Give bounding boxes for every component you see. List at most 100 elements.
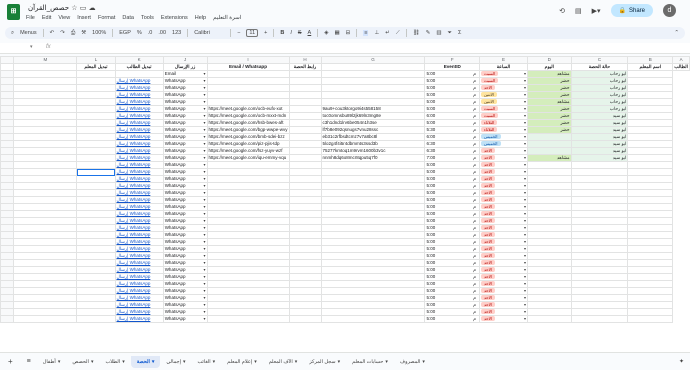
send-whatsapp-link[interactable]: إرسال WhatsApp — [117, 191, 151, 196]
chevron-down-icon[interactable]: ▾ — [91, 356, 94, 368]
cell-m[interactable] — [13, 112, 78, 120]
explore-icon[interactable]: ✦ — [673, 358, 690, 365]
send-whatsapp-link[interactable]: إرسال WhatsApp — [117, 177, 151, 182]
row-number[interactable] — [0, 161, 15, 169]
send-whatsapp-link[interactable]: إرسال WhatsApp — [117, 240, 151, 245]
status-cell[interactable]: مشاهد — [526, 98, 572, 106]
time-cell[interactable]: 7:00 م — [424, 154, 481, 162]
row-number[interactable] — [0, 301, 15, 309]
day-cell[interactable]: الاحد ▾ — [479, 182, 528, 190]
cell-m[interactable] — [13, 308, 78, 316]
cell-m[interactable] — [13, 273, 78, 281]
cell-g[interactable] — [288, 252, 322, 260]
send-whatsapp-link[interactable]: إرسال WhatsApp — [117, 303, 151, 308]
meet-link-cell[interactable] — [206, 77, 290, 85]
time-cell[interactable]: 5:00 م — [424, 245, 481, 253]
status-cell[interactable]: حضر — [526, 91, 572, 99]
meet-link-cell[interactable]: https://meet.google.com/hsb-bwes-aft — [206, 119, 290, 127]
student-cell[interactable] — [627, 182, 674, 190]
time-cell[interactable]: 5:00 م — [424, 294, 481, 302]
dropdown-icon[interactable]: ▾ — [203, 261, 205, 266]
dropdown-icon[interactable]: ▾ — [524, 114, 526, 119]
send-button-cell[interactable]: إرسال WhatsApp — [114, 154, 164, 162]
student-cell[interactable] — [627, 133, 674, 141]
comment-add-icon[interactable]: ✎ — [426, 30, 431, 36]
menu-extensions[interactable]: Extensions — [161, 15, 188, 23]
dropdown-icon[interactable]: ▾ — [524, 135, 526, 140]
email-whatsapp-cell[interactable]: WhatsApp ▾ — [162, 182, 208, 190]
custom-menu[interactable]: اسرة التعليم — [213, 15, 241, 23]
send-whatsapp-link[interactable]: إرسال WhatsApp — [117, 282, 151, 287]
day-cell[interactable]: الاحد ▾ — [479, 161, 528, 169]
dropdown-icon[interactable]: ▾ — [203, 247, 205, 252]
time-cell[interactable]: 5:00 م — [424, 182, 481, 190]
meet-link-cell[interactable] — [206, 203, 290, 211]
cell-l[interactable] — [76, 231, 116, 239]
column-header[interactable]: J — [162, 56, 208, 64]
status-cell[interactable] — [526, 133, 572, 141]
cell-l[interactable] — [76, 259, 116, 267]
cell-l[interactable] — [76, 84, 116, 92]
teacher-cell[interactable]: ابو رحاب — [570, 105, 629, 113]
teacher-cell[interactable] — [570, 203, 629, 211]
cell-l[interactable] — [76, 168, 116, 176]
day-cell[interactable]: السبت ▾ — [479, 105, 528, 113]
day-chip[interactable]: الثلاثاء — [481, 127, 498, 132]
cell-l[interactable] — [76, 294, 116, 302]
day-chip[interactable]: الثلاثاء — [481, 120, 498, 125]
row-number[interactable] — [0, 287, 15, 295]
cell-l[interactable] — [76, 70, 116, 78]
send-button-cell[interactable]: إرسال WhatsApp — [114, 147, 164, 155]
meet-link-cell[interactable] — [206, 294, 290, 302]
email-whatsapp-cell[interactable]: WhatsApp ▾ — [162, 154, 208, 162]
teacher-cell[interactable] — [570, 182, 629, 190]
chevron-down-icon[interactable]: ▾ — [295, 356, 298, 368]
teacher-cell[interactable]: ابو سيد — [570, 112, 629, 120]
cell-l[interactable] — [76, 77, 116, 85]
student-cell[interactable] — [627, 84, 674, 92]
day-cell[interactable]: الاحد ▾ — [479, 203, 528, 211]
cell-l[interactable] — [76, 301, 116, 309]
search-menus[interactable]: Menus — [20, 30, 37, 36]
time-cell[interactable]: 5:00 م — [424, 224, 481, 232]
text-rotate-icon[interactable]: ⟋ — [396, 30, 400, 37]
teacher-cell[interactable] — [570, 245, 629, 253]
student-cell[interactable] — [627, 252, 674, 260]
cell-m[interactable] — [13, 294, 78, 302]
select-all-corner[interactable] — [0, 56, 15, 64]
dropdown-icon[interactable]: ▾ — [203, 72, 205, 77]
cell-g[interactable] — [288, 119, 322, 127]
day-chip[interactable]: الاحد — [481, 239, 495, 244]
status-cell[interactable]: حضر — [526, 84, 572, 92]
menu-data[interactable]: Data — [122, 15, 134, 23]
email-whatsapp-cell[interactable]: WhatsApp ▾ — [162, 231, 208, 239]
dropdown-icon[interactable]: ▾ — [203, 100, 205, 105]
row-number[interactable] — [0, 280, 15, 288]
send-whatsapp-link[interactable]: إرسال WhatsApp — [117, 233, 151, 238]
dropdown-icon[interactable]: ▾ — [524, 107, 526, 112]
meet-link-cell[interactable]: https://meet.google.com/fsz-yuyv-wzf — [206, 147, 290, 155]
cell-g[interactable] — [288, 140, 322, 148]
teacher-cell[interactable] — [570, 273, 629, 281]
sheet-tab[interactable]: الطلاب ▾ — [99, 356, 130, 368]
student-cell[interactable] — [627, 224, 674, 232]
cell-g[interactable] — [288, 133, 322, 141]
send-button-cell[interactable]: إرسال WhatsApp — [114, 217, 164, 225]
student-cell[interactable] — [627, 217, 674, 225]
email-whatsapp-cell[interactable]: WhatsApp ▾ — [162, 252, 208, 260]
teacher-cell[interactable]: ابو رحاب — [570, 84, 629, 92]
time-cell[interactable]: 5:00 م — [424, 105, 481, 113]
cell-l[interactable] — [76, 287, 116, 295]
teacher-cell[interactable] — [570, 315, 629, 323]
menu-file[interactable]: File — [26, 15, 35, 23]
student-cell[interactable] — [627, 196, 674, 204]
cell-g[interactable] — [288, 308, 322, 316]
status-cell[interactable]: حضر — [526, 126, 572, 134]
day-chip[interactable]: الاحد — [481, 225, 495, 230]
teacher-cell[interactable] — [570, 252, 629, 260]
strikethrough-button[interactable]: S — [298, 30, 302, 36]
add-sheet-button[interactable]: + — [0, 356, 21, 368]
cell-l[interactable] — [76, 147, 116, 155]
status-cell[interactable] — [526, 308, 572, 316]
student-cell[interactable] — [627, 259, 674, 267]
